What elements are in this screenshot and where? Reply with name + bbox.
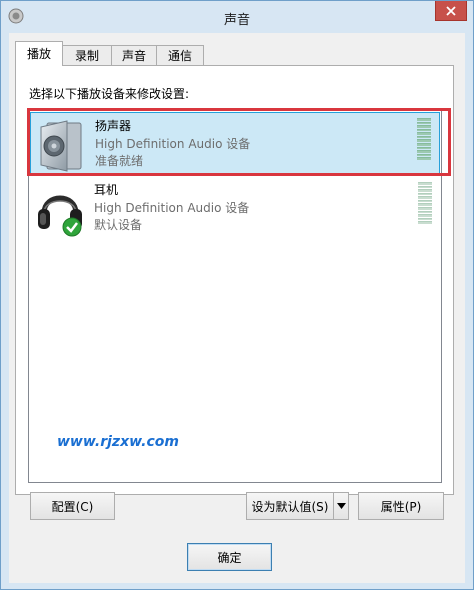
device-name: 扬声器 [95,119,132,133]
dialog-client: 播放 录制 声音 通信 选择以下播放设备来修改设置: 扬声器 High Defi… [9,33,465,583]
tab-recording[interactable]: 录制 [62,45,112,65]
tab-communications[interactable]: 通信 [156,45,204,65]
title-bar[interactable]: 声音 [1,1,473,33]
device-name: 耳机 [94,183,119,197]
device-status: 准备就绪 [95,154,144,168]
checkmark-icon [62,217,82,237]
instruction-text: 选择以下播放设备来修改设置: [29,87,190,101]
properties-button[interactable]: 属性(P) [358,492,444,520]
sound-dialog: 声音 播放 录制 声音 通信 选择以下播放设备来修改设置: 扬声器 High D… [0,0,474,590]
device-status: 默认设备 [94,218,143,232]
set-default-button[interactable]: 设为默认值(S) [246,492,334,520]
device-driver: High Definition Audio 设备 [95,137,251,151]
configure-button[interactable]: 配置(C) [30,492,115,520]
device-item-headphones[interactable]: 耳机 High Definition Audio 设备 默认设备 [30,177,440,241]
window-title: 声音 [223,13,250,28]
tab-sounds[interactable]: 声音 [111,45,157,65]
volume-meter [417,118,431,160]
device-driver: High Definition Audio 设备 [94,201,250,215]
ok-button[interactable]: 确定 [187,543,272,571]
playback-panel: 选择以下播放设备来修改设置: 扬声器 High Definition Audio… [15,65,454,495]
close-button[interactable] [435,1,467,21]
watermark-text: www.rjzxw.com [57,434,179,450]
dropdown-arrow-icon [336,503,346,509]
close-icon [446,5,456,16]
tab-playback[interactable]: 播放 [15,41,63,66]
set-default-dropdown[interactable] [333,492,349,520]
device-list[interactable]: 扬声器 High Definition Audio 设备 准备就绪 耳机 Hig… [27,108,451,483]
speaker-icon [37,119,85,173]
volume-meter [418,182,432,224]
device-item-speakers[interactable]: 扬声器 High Definition Audio 设备 准备就绪 [27,108,451,176]
